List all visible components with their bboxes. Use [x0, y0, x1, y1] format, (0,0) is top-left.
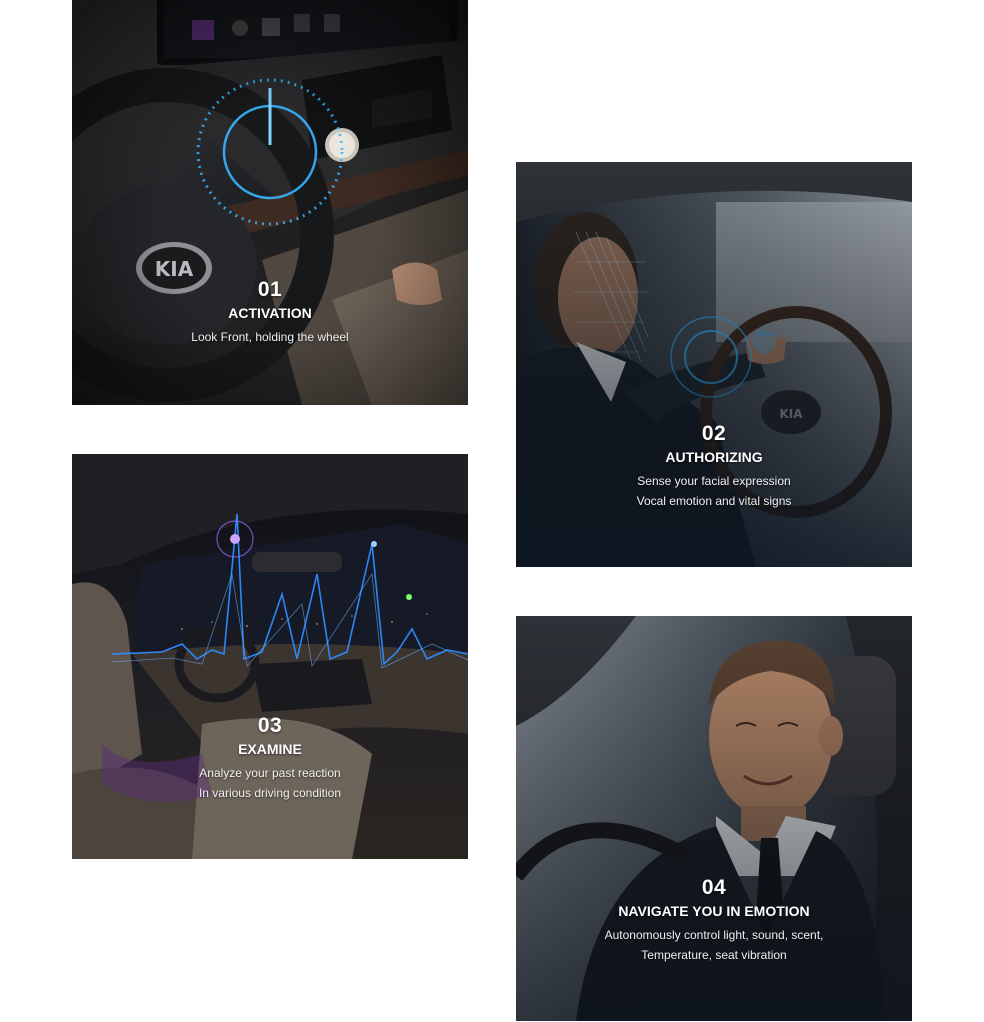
description-line: Temperature, seat vibration: [641, 947, 787, 962]
step-number: 04: [701, 876, 727, 899]
caption: 04 NAVIGATE YOU IN EMOTION Autonomously …: [516, 876, 912, 965]
step-title: EXAMINE: [238, 741, 302, 757]
step-description: Analyze your past reaction In various dr…: [72, 764, 468, 803]
description-line: Vocal emotion and vital signs: [636, 493, 792, 508]
step-description: Sense your facial expression Vocal emoti…: [516, 472, 912, 511]
caption: 01 ACTIVATION Look Front, holding the wh…: [72, 278, 468, 348]
step-number: 02: [701, 422, 727, 445]
caption: 02 AUTHORIZING Sense your facial express…: [516, 422, 912, 511]
step-description: Autonomously control light, sound, scent…: [516, 926, 912, 965]
description-line: Analyze your past reaction: [199, 766, 341, 780]
step-title: NAVIGATE YOU IN EMOTION: [618, 903, 810, 919]
step-number: 01: [257, 278, 283, 301]
step-card-examine: 03 EXAMINE Analyze your past reaction In…: [72, 454, 468, 859]
step-card-activation: KIA 01 ACTIVATION Look Front, holding th…: [72, 0, 468, 405]
step-number: 03: [257, 714, 283, 737]
step-description: Look Front, holding the wheel: [72, 328, 468, 348]
description-line: Autonomously control light, sound, scent…: [604, 928, 824, 942]
description-line: Look Front, holding the wheel: [191, 330, 349, 344]
step-title: ACTIVATION: [228, 305, 312, 321]
step-card-navigate-emotion: 04 NAVIGATE YOU IN EMOTION Autonomously …: [516, 616, 912, 1021]
description-line: Sense your facial expression: [637, 474, 791, 488]
step-title: AUTHORIZING: [665, 449, 763, 465]
caption: 03 EXAMINE Analyze your past reaction In…: [72, 714, 468, 803]
description-line: In various driving condition: [198, 785, 342, 800]
step-card-authorizing: KIA 02 AUTHORIZING Sense your facial exp…: [516, 162, 912, 567]
